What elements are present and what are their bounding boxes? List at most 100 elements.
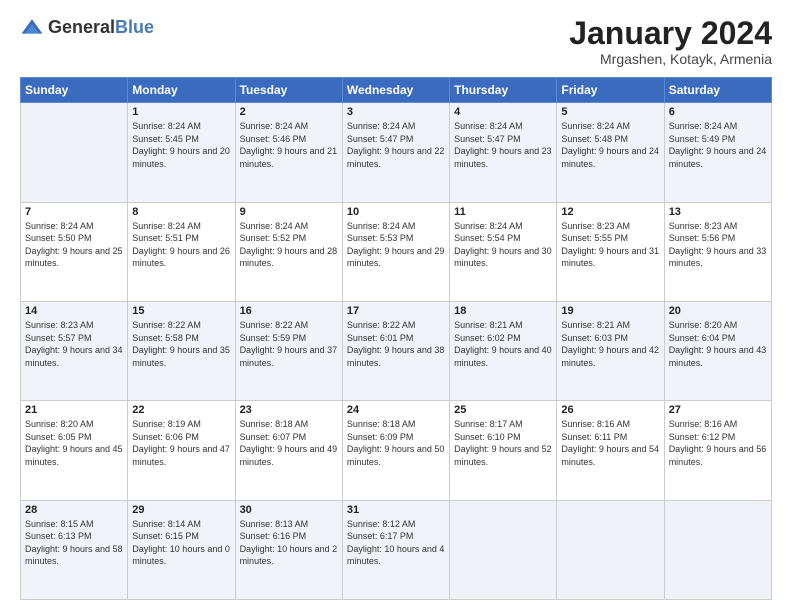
header-row: Sunday Monday Tuesday Wednesday Thursday… — [21, 78, 772, 103]
table-row: 19 Sunrise: 8:21 AMSunset: 6:03 PMDayligh… — [557, 301, 664, 400]
day-info: Sunrise: 8:20 AMSunset: 6:05 PMDaylight:… — [25, 418, 123, 468]
calendar-location: Mrgashen, Kotayk, Armenia — [569, 51, 772, 67]
table-row: 30 Sunrise: 8:13 AMSunset: 6:16 PMDayligh… — [235, 500, 342, 599]
day-info: Sunrise: 8:23 AMSunset: 5:57 PMDaylight:… — [25, 319, 123, 369]
day-number: 28 — [25, 504, 123, 516]
day-number: 5 — [561, 106, 659, 118]
day-info: Sunrise: 8:24 AMSunset: 5:50 PMDaylight:… — [25, 220, 123, 270]
table-row — [21, 103, 128, 202]
table-row: 20 Sunrise: 8:20 AMSunset: 6:04 PMDayligh… — [664, 301, 771, 400]
day-number: 17 — [347, 305, 445, 317]
logo-icon — [20, 16, 44, 40]
day-number: 6 — [669, 106, 767, 118]
day-number: 23 — [240, 404, 338, 416]
day-info: Sunrise: 8:14 AMSunset: 6:15 PMDaylight:… — [132, 518, 230, 568]
day-info: Sunrise: 8:22 AMSunset: 5:58 PMDaylight:… — [132, 319, 230, 369]
day-number: 31 — [347, 504, 445, 516]
day-info: Sunrise: 8:23 AMSunset: 5:55 PMDaylight:… — [561, 220, 659, 270]
table-row: 6 Sunrise: 8:24 AMSunset: 5:49 PMDaylight… — [664, 103, 771, 202]
table-row: 31 Sunrise: 8:12 AMSunset: 6:17 PMDayligh… — [342, 500, 449, 599]
table-row — [664, 500, 771, 599]
table-row: 10Sunrise: 8:24 AMSunset: 5:53 PMDayligh… — [342, 202, 449, 301]
calendar-week-row: 1 Sunrise: 8:24 AMSunset: 5:45 PMDaylight… — [21, 103, 772, 202]
table-row: 2 Sunrise: 8:24 AMSunset: 5:46 PMDaylight… — [235, 103, 342, 202]
table-row: 27Sunrise: 8:16 AMSunset: 6:12 PMDayligh… — [664, 401, 771, 500]
table-row: 29 Sunrise: 8:14 AMSunset: 6:15 PMDayligh… — [128, 500, 235, 599]
day-info: Sunrise: 8:19 AMSunset: 6:06 PMDaylight:… — [132, 418, 230, 468]
table-row: 24Sunrise: 8:18 AMSunset: 6:09 PMDayligh… — [342, 401, 449, 500]
day-number: 15 — [132, 305, 230, 317]
day-number: 8 — [132, 206, 230, 218]
calendar-week-row: 28 Sunrise: 8:15 AMSunset: 6:13 PMDayligh… — [21, 500, 772, 599]
header: GeneralBlue January 2024 Mrgashen, Kotay… — [20, 16, 772, 67]
day-number: 11 — [454, 206, 552, 218]
day-number: 19 — [561, 305, 659, 317]
day-number: 20 — [669, 305, 767, 317]
table-row: 23Sunrise: 8:18 AMSunset: 6:07 PMDayligh… — [235, 401, 342, 500]
table-row: 21 Sunrise: 8:20 AMSunset: 6:05 PMDayligh… — [21, 401, 128, 500]
day-number: 1 — [132, 106, 230, 118]
table-row: 18 Sunrise: 8:21 AMSunset: 6:02 PMDayligh… — [450, 301, 557, 400]
day-number: 14 — [25, 305, 123, 317]
day-number: 26 — [561, 404, 659, 416]
day-number: 30 — [240, 504, 338, 516]
calendar-title: January 2024 — [569, 16, 772, 51]
table-row — [450, 500, 557, 599]
day-info: Sunrise: 8:24 AMSunset: 5:47 PMDaylight:… — [347, 120, 445, 170]
table-row: 26 Sunrise: 8:16 AMSunset: 6:11 PMDayligh… — [557, 401, 664, 500]
calendar-week-row: 7 Sunrise: 8:24 AMSunset: 5:50 PMDaylight… — [21, 202, 772, 301]
day-number: 18 — [454, 305, 552, 317]
table-row: 1 Sunrise: 8:24 AMSunset: 5:45 PMDaylight… — [128, 103, 235, 202]
table-row: 5Sunrise: 8:24 AMSunset: 5:48 PMDaylight… — [557, 103, 664, 202]
day-number: 25 — [454, 404, 552, 416]
day-info: Sunrise: 8:24 AMSunset: 5:52 PMDaylight:… — [240, 220, 338, 270]
day-info: Sunrise: 8:23 AMSunset: 5:56 PMDaylight:… — [669, 220, 767, 270]
day-info: Sunrise: 8:16 AMSunset: 6:11 PMDaylight:… — [561, 418, 659, 468]
table-row: 7 Sunrise: 8:24 AMSunset: 5:50 PMDaylight… — [21, 202, 128, 301]
day-info: Sunrise: 8:15 AMSunset: 6:13 PMDaylight:… — [25, 518, 123, 568]
calendar-table: Sunday Monday Tuesday Wednesday Thursday… — [20, 77, 772, 600]
title-block: January 2024 Mrgashen, Kotayk, Armenia — [569, 16, 772, 67]
calendar-week-row: 14 Sunrise: 8:23 AMSunset: 5:57 PMDayligh… — [21, 301, 772, 400]
day-number: 2 — [240, 106, 338, 118]
day-info: Sunrise: 8:24 AMSunset: 5:53 PMDaylight:… — [347, 220, 445, 270]
day-number: 16 — [240, 305, 338, 317]
day-number: 21 — [25, 404, 123, 416]
col-thursday: Thursday — [450, 78, 557, 103]
col-sunday: Sunday — [21, 78, 128, 103]
col-friday: Friday — [557, 78, 664, 103]
day-number: 4 — [454, 106, 552, 118]
logo-blue: Blue — [115, 17, 154, 37]
day-info: Sunrise: 8:17 AMSunset: 6:10 PMDaylight:… — [454, 418, 552, 468]
day-info: Sunrise: 8:24 AMSunset: 5:46 PMDaylight:… — [240, 120, 338, 170]
table-row: 4 Sunrise: 8:24 AMSunset: 5:47 PMDaylight… — [450, 103, 557, 202]
day-info: Sunrise: 8:22 AMSunset: 5:59 PMDaylight:… — [240, 319, 338, 369]
logo: GeneralBlue — [20, 16, 154, 40]
day-info: Sunrise: 8:13 AMSunset: 6:16 PMDaylight:… — [240, 518, 338, 568]
day-number: 7 — [25, 206, 123, 218]
table-row: 25 Sunrise: 8:17 AMSunset: 6:10 PMDayligh… — [450, 401, 557, 500]
day-number: 9 — [240, 206, 338, 218]
col-saturday: Saturday — [664, 78, 771, 103]
table-row: 3Sunrise: 8:24 AMSunset: 5:47 PMDaylight… — [342, 103, 449, 202]
day-number: 22 — [132, 404, 230, 416]
day-number: 27 — [669, 404, 767, 416]
table-row: 17Sunrise: 8:22 AMSunset: 6:01 PMDayligh… — [342, 301, 449, 400]
day-info: Sunrise: 8:20 AMSunset: 6:04 PMDaylight:… — [669, 319, 767, 369]
table-row: 15 Sunrise: 8:22 AMSunset: 5:58 PMDayligh… — [128, 301, 235, 400]
table-row: 12 Sunrise: 8:23 AMSunset: 5:55 PMDayligh… — [557, 202, 664, 301]
col-wednesday: Wednesday — [342, 78, 449, 103]
day-info: Sunrise: 8:24 AMSunset: 5:47 PMDaylight:… — [454, 120, 552, 170]
table-row: 9 Sunrise: 8:24 AMSunset: 5:52 PMDaylight… — [235, 202, 342, 301]
day-info: Sunrise: 8:24 AMSunset: 5:49 PMDaylight:… — [669, 120, 767, 170]
day-info: Sunrise: 8:12 AMSunset: 6:17 PMDaylight:… — [347, 518, 445, 568]
day-info: Sunrise: 8:21 AMSunset: 6:02 PMDaylight:… — [454, 319, 552, 369]
day-info: Sunrise: 8:24 AMSunset: 5:45 PMDaylight:… — [132, 120, 230, 170]
day-info: Sunrise: 8:21 AMSunset: 6:03 PMDaylight:… — [561, 319, 659, 369]
page: GeneralBlue January 2024 Mrgashen, Kotay… — [0, 0, 792, 612]
day-number: 12 — [561, 206, 659, 218]
day-info: Sunrise: 8:24 AMSunset: 5:51 PMDaylight:… — [132, 220, 230, 270]
logo-general: General — [48, 17, 115, 37]
day-number: 29 — [132, 504, 230, 516]
table-row: 14 Sunrise: 8:23 AMSunset: 5:57 PMDayligh… — [21, 301, 128, 400]
